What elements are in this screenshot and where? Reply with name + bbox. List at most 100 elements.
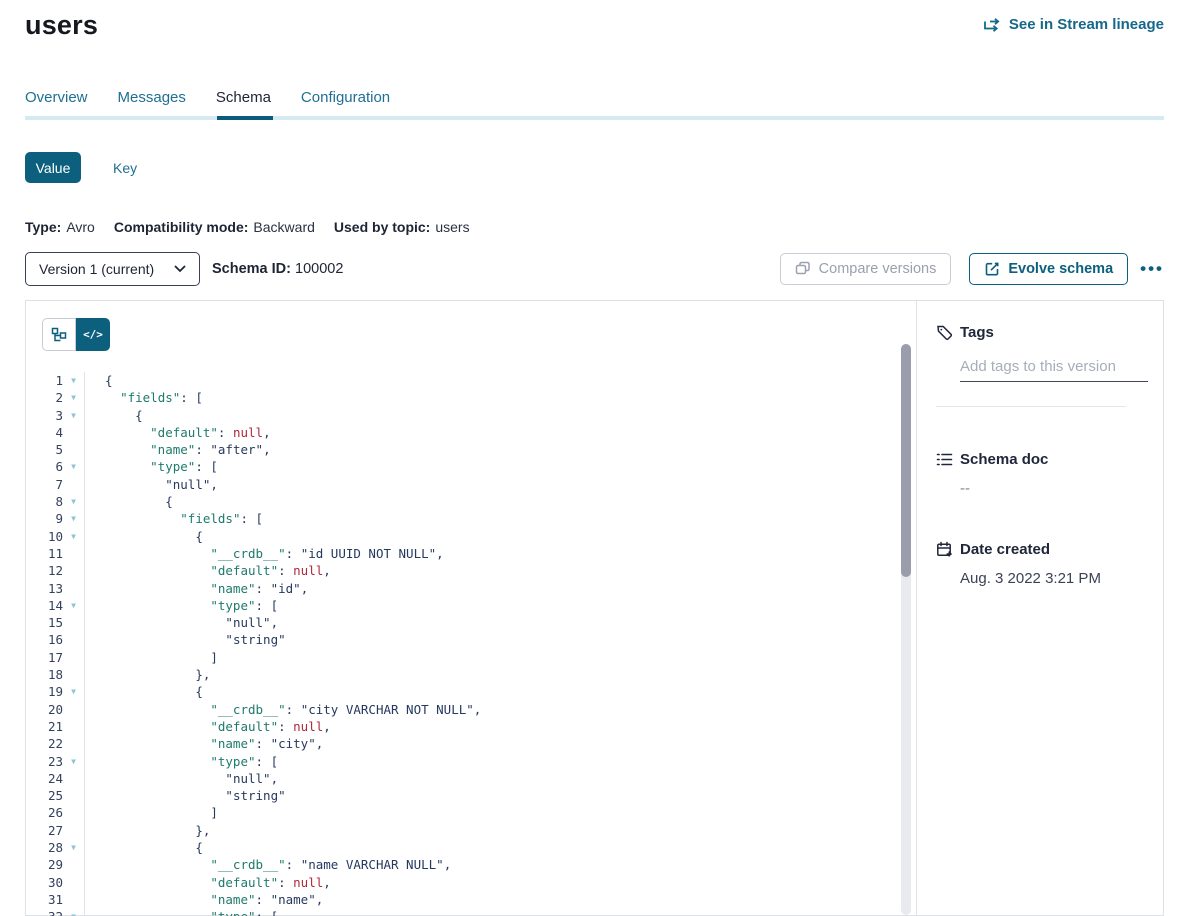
date-created-heading: Date created <box>960 541 1050 558</box>
code-text: ] <box>85 649 218 666</box>
fold-arrow-icon[interactable]: ▼ <box>63 839 85 856</box>
line-number: 14 <box>26 597 63 614</box>
line-number: 27 <box>26 822 63 839</box>
fold-arrow-icon[interactable]: ▼ <box>63 458 85 475</box>
fold-arrow-icon[interactable]: ▼ <box>63 493 85 510</box>
code-line: 17 ] <box>26 649 916 666</box>
topic-link[interactable]: users <box>435 219 469 235</box>
tab-underline-track <box>25 116 1164 120</box>
tab-configuration[interactable]: Configuration <box>301 89 390 116</box>
fold-arrow-icon[interactable]: ▼ <box>63 389 85 406</box>
line-number: 22 <box>26 735 63 752</box>
stream-lineage-link[interactable]: See in Stream lineage <box>983 16 1164 33</box>
line-number: 16 <box>26 631 63 648</box>
code-line: 12 "default": null, <box>26 562 916 579</box>
code-text: "null", <box>85 476 218 493</box>
code-line: 4 "default": null, <box>26 424 916 441</box>
code-scrollbar-thumb[interactable] <box>901 344 911 577</box>
line-number: 10 <box>26 528 63 545</box>
line-number: 4 <box>26 424 63 441</box>
fold-gutter <box>63 562 85 579</box>
code-text: "name": "id", <box>85 580 308 597</box>
code-view-button[interactable]: </> <box>76 318 110 351</box>
tab-schema[interactable]: Schema <box>216 89 271 116</box>
code-line: 16 "string" <box>26 631 916 648</box>
code-line: 5 "name": "after", <box>26 441 916 458</box>
key-toggle-link[interactable]: Key <box>113 160 137 176</box>
fold-gutter <box>63 580 85 597</box>
code-line: 3▼ { <box>26 407 916 424</box>
fold-arrow-icon[interactable]: ▼ <box>63 510 85 527</box>
code-line: 9▼ "fields": [ <box>26 510 916 527</box>
fold-gutter <box>63 545 85 562</box>
tags-input[interactable] <box>960 354 1148 382</box>
line-number: 25 <box>26 787 63 804</box>
code-line: 13 "name": "id", <box>26 580 916 597</box>
code-line: 22 "name": "city", <box>26 735 916 752</box>
code-text: "fields": [ <box>85 389 203 406</box>
more-menu-button[interactable]: ••• <box>1140 259 1164 279</box>
tree-view-button[interactable] <box>42 318 76 351</box>
fold-gutter <box>63 424 85 441</box>
line-number: 6 <box>26 458 63 475</box>
view-toggle: </> <box>42 318 916 351</box>
schema-json-code: 1▼{2▼ "fields": [3▼ {4 "default": null,5… <box>26 372 916 916</box>
list-icon <box>936 452 953 467</box>
page-title: users <box>25 10 98 41</box>
code-text: { <box>85 528 203 545</box>
compare-versions-button[interactable]: Compare versions <box>780 253 952 285</box>
tag-icon <box>936 324 953 341</box>
chevron-down-icon <box>174 265 186 273</box>
fold-arrow-icon[interactable]: ▼ <box>63 597 85 614</box>
fold-arrow-icon[interactable]: ▼ <box>63 407 85 424</box>
fold-arrow-icon[interactable]: ▼ <box>63 753 85 770</box>
line-number: 32 <box>26 908 63 916</box>
code-text: "type": [ <box>85 458 218 475</box>
code-text: { <box>85 839 203 856</box>
fold-gutter <box>63 804 85 821</box>
fold-arrow-icon[interactable]: ▼ <box>63 683 85 700</box>
tab-overview[interactable]: Overview <box>25 89 88 116</box>
fold-arrow-icon[interactable]: ▼ <box>63 908 85 916</box>
tags-heading: Tags <box>960 324 994 341</box>
code-scrollbar-track[interactable] <box>901 344 911 915</box>
line-number: 21 <box>26 718 63 735</box>
code-text: ] <box>85 804 218 821</box>
code-line: 11 "__crdb__": "id UUID NOT NULL", <box>26 545 916 562</box>
fold-gutter <box>63 891 85 908</box>
tab-messages[interactable]: Messages <box>118 89 186 116</box>
code-line: 31 "name": "name", <box>26 891 916 908</box>
line-number: 18 <box>26 666 63 683</box>
fold-gutter <box>63 856 85 873</box>
fold-gutter <box>63 476 85 493</box>
line-number: 20 <box>26 701 63 718</box>
fold-gutter <box>63 787 85 804</box>
line-number: 13 <box>26 580 63 597</box>
code-text: }, <box>85 666 210 683</box>
evolve-schema-button[interactable]: Evolve schema <box>969 253 1128 285</box>
code-text: "__crdb__": "name VARCHAR NULL", <box>85 856 451 873</box>
line-number: 11 <box>26 545 63 562</box>
code-line: 27 }, <box>26 822 916 839</box>
line-number: 24 <box>26 770 63 787</box>
fold-arrow-icon[interactable]: ▼ <box>63 528 85 545</box>
version-select[interactable]: Version 1 (current) <box>25 252 200 286</box>
code-line: 29 "__crdb__": "name VARCHAR NULL", <box>26 856 916 873</box>
code-text: "fields": [ <box>85 510 263 527</box>
line-number: 12 <box>26 562 63 579</box>
compatibility-value: Backward <box>253 219 314 235</box>
fold-arrow-icon[interactable]: ▼ <box>63 372 85 389</box>
code-text: "default": null, <box>85 562 331 579</box>
tree-view-icon <box>51 327 67 343</box>
line-number: 26 <box>26 804 63 821</box>
code-text: "name": "name", <box>85 891 323 908</box>
sidebar-divider <box>936 406 1126 407</box>
value-toggle-button[interactable]: Value <box>25 152 81 183</box>
code-text: "null", <box>85 770 278 787</box>
code-text: "type": [ <box>85 597 278 614</box>
line-number: 1 <box>26 372 63 389</box>
fold-gutter <box>63 735 85 752</box>
fold-gutter <box>63 649 85 666</box>
code-view-icon: </> <box>83 328 103 341</box>
schema-doc-value: -- <box>960 480 1145 497</box>
